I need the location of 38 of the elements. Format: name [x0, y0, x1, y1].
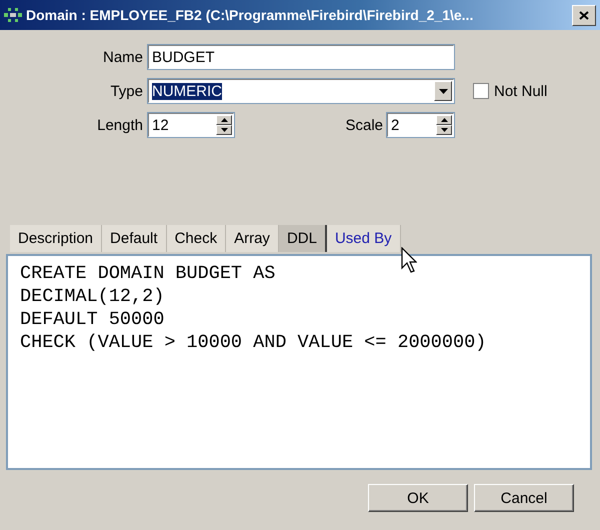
length-label: Length	[96, 116, 143, 134]
tab[interactable]: Default	[102, 225, 167, 252]
close-button[interactable]	[572, 4, 596, 26]
type-label: Type	[109, 82, 143, 100]
mouse-cursor-icon	[401, 247, 417, 273]
tab[interactable]: DDL	[278, 225, 327, 252]
not-null-checkbox[interactable]	[473, 83, 489, 99]
type-dropdown[interactable]: NUMERIC	[147, 78, 455, 104]
spin-up-button[interactable]	[436, 115, 452, 125]
spin-up-button[interactable]	[216, 115, 232, 125]
code-line: CREATE DOMAIN BUDGET AS	[20, 262, 276, 285]
app-icon	[4, 7, 22, 23]
type-value: NUMERIC	[152, 82, 222, 100]
up-arrow-icon	[440, 118, 448, 122]
not-null-label: Not Null	[494, 82, 548, 100]
cancel-button[interactable]: Cancel	[474, 484, 574, 512]
ok-button[interactable]: OK	[368, 484, 468, 512]
down-arrow-icon	[220, 128, 228, 132]
dropdown-arrow-icon	[438, 88, 448, 94]
tab[interactable]: Used By	[326, 225, 401, 252]
name-field[interactable]: BUDGET	[147, 44, 455, 70]
ddl-text-area[interactable]: CREATE DOMAIN BUDGET AS DECIMAL(12,2) DEFAULT 50000 CHECK (VALUE > 10000 AND VALUE <= 2000000)	[6, 254, 592, 470]
code-line: DEFAULT 50000	[20, 308, 166, 331]
scale-field[interactable]: 2	[386, 112, 455, 138]
code-line: CHECK (VALUE > 10000 AND VALUE <= 2000000)	[20, 331, 488, 354]
spin-down-button[interactable]	[436, 125, 452, 135]
window-title: Domain : EMPLOYEE_FB2 (C:\Programme\Firebird\Firebird_2_1\e...	[26, 7, 474, 23]
down-arrow-icon	[440, 128, 448, 132]
code-line: DECIMAL(12,2)	[20, 285, 166, 308]
tab[interactable]: Description	[10, 225, 102, 252]
up-arrow-icon	[220, 118, 228, 122]
scale-label: Scale	[344, 116, 383, 134]
name-label: Name	[102, 48, 143, 66]
tab[interactable]: Array	[226, 225, 279, 252]
close-icon	[579, 10, 589, 20]
spin-down-button[interactable]	[216, 125, 232, 135]
length-field[interactable]: 12	[147, 112, 235, 138]
tab[interactable]: Check	[166, 225, 226, 252]
